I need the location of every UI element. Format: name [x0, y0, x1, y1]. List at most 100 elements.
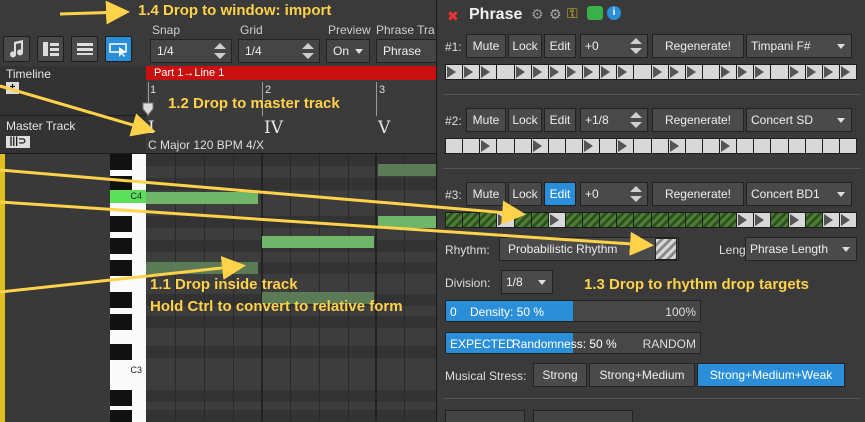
note[interactable]	[378, 216, 440, 228]
gear-icon[interactable]: ⚙	[549, 6, 562, 23]
select-cursor-icon[interactable]	[105, 36, 132, 62]
randomness-text: Randomness: 50 %	[512, 337, 617, 351]
key-icon[interactable]: ⚿	[567, 5, 578, 22]
phrase-type-select[interactable]: Phrase	[376, 39, 438, 63]
randomness-slider[interactable]: EXPECTED Randomness: 50 % RANDOM	[445, 332, 701, 354]
lock-button[interactable]: Lock	[508, 34, 542, 58]
black-key[interactable]	[110, 216, 132, 232]
master-track-label: Master Track	[6, 119, 76, 133]
black-key[interactable]	[110, 314, 132, 330]
black-key[interactable]	[110, 344, 132, 360]
music-note-icon[interactable]	[3, 36, 30, 62]
mute-button[interactable]: Mute	[466, 34, 506, 58]
bottom-button[interactable]	[445, 410, 525, 422]
rhythm-pattern-3[interactable]	[445, 212, 857, 228]
stack-icon[interactable]	[71, 36, 98, 62]
edit-button[interactable]: Edit	[544, 182, 576, 206]
offset-stepper[interactable]: +1/8	[580, 108, 648, 132]
randomness-right: RANDOM	[642, 337, 696, 351]
regenerate-button[interactable]: Regenerate!	[652, 108, 744, 132]
mute-button[interactable]: Mute	[466, 108, 506, 132]
track-list-icon[interactable]	[37, 36, 64, 62]
edit-button[interactable]: Edit	[544, 108, 576, 132]
density-text: Density: 50 %	[470, 305, 545, 319]
regenerate-button[interactable]: Regenerate!	[652, 34, 744, 58]
chord-label: V	[378, 118, 391, 138]
grid-line	[375, 154, 377, 422]
rhythm-drop-target-icon[interactable]	[655, 238, 677, 260]
row-label: #1:	[445, 40, 462, 54]
black-key[interactable]	[110, 154, 132, 170]
chevron-down-icon	[837, 192, 845, 197]
note[interactable]	[146, 192, 258, 204]
divider	[443, 94, 861, 95]
offset-stepper[interactable]: +0	[580, 182, 648, 206]
black-key[interactable]	[110, 238, 132, 254]
divider	[443, 398, 861, 399]
note[interactable]	[378, 164, 440, 176]
bar-number: 3	[379, 84, 386, 96]
chevron-down-icon	[837, 118, 845, 123]
black-key[interactable]	[110, 390, 132, 406]
grid-line	[404, 154, 405, 422]
stress-strong-medium-button[interactable]: Strong+Medium	[589, 363, 695, 387]
regenerate-button[interactable]: Regenerate!	[652, 182, 744, 206]
instrument-select[interactable]: Timpani F#	[746, 34, 852, 58]
rhythm-pattern-2[interactable]	[445, 138, 857, 154]
lock-button[interactable]: Lock	[508, 182, 542, 206]
c4-key[interactable]: C4	[110, 190, 146, 203]
bottom-button[interactable]	[533, 410, 633, 422]
preview-select[interactable]: On	[326, 39, 370, 63]
chevron-down-icon	[538, 280, 546, 285]
grid-lane	[146, 178, 440, 190]
rhythm-select[interactable]: Probabilistic Rhythm	[499, 237, 679, 261]
density-slider[interactable]: 0 Density: 50 % 100%	[445, 300, 701, 322]
preview-label: Preview	[328, 23, 371, 37]
spin-arrows-icon[interactable]	[213, 43, 227, 59]
key-info: C Major 120 BPM 4/X	[148, 138, 265, 152]
dice-icon[interactable]	[587, 6, 603, 20]
spin-arrows-icon[interactable]	[629, 38, 643, 54]
piano-keyboard[interactable]: C4 C3	[110, 154, 146, 422]
timeline-label: Timeline	[6, 67, 51, 81]
chevron-down-icon	[842, 247, 850, 252]
part-bar[interactable]: Part 1→Line 1	[146, 66, 440, 80]
stress-strong-medium-weak-button[interactable]: Strong+Medium+Weak	[697, 363, 845, 387]
playhead-icon[interactable]	[142, 102, 154, 116]
note[interactable]	[262, 236, 374, 248]
close-icon[interactable]: ✖	[447, 8, 459, 25]
black-key[interactable]	[110, 260, 132, 276]
magnet-icon[interactable]: ⚙	[531, 6, 544, 23]
division-select[interactable]: 1/8	[501, 270, 553, 294]
density-max: 100%	[665, 305, 696, 319]
lock-button[interactable]: Lock	[508, 108, 542, 132]
mute-button[interactable]: Mute	[466, 182, 506, 206]
spin-arrows-icon[interactable]	[629, 112, 643, 128]
track-area[interactable]	[0, 154, 110, 422]
grid-stepper[interactable]: 1/4	[238, 39, 320, 63]
edit-button[interactable]: Edit	[544, 34, 576, 58]
instrument-select[interactable]: Concert SD	[746, 108, 852, 132]
rhythm-pattern-1[interactable]	[445, 64, 857, 80]
stress-label: Musical Stress:	[445, 369, 527, 383]
length-select[interactable]: Phrase Length	[745, 237, 857, 261]
phrase-type-label: Phrase Tra	[376, 23, 435, 37]
grid-lane	[146, 410, 440, 422]
snap-stepper[interactable]: 1/4	[150, 39, 232, 63]
black-key[interactable]	[110, 410, 132, 422]
annotation-ctrl-relative: Hold Ctrl to convert to relative form	[150, 298, 403, 315]
grid-line	[348, 154, 349, 422]
offset-stepper[interactable]: +0	[580, 34, 648, 58]
loop-toggle-icon[interactable]: |||⊃	[6, 136, 30, 148]
spin-arrows-icon[interactable]	[629, 186, 643, 202]
row-label: #2:	[445, 114, 462, 128]
info-icon[interactable]: i	[607, 6, 621, 20]
spin-arrows-icon[interactable]	[301, 43, 315, 59]
instrument-select[interactable]: Concert BD1	[746, 182, 852, 206]
master-track[interactable]: I IV V C Major 120 BPM 4/X	[146, 116, 440, 154]
stress-strong-button[interactable]: Strong	[533, 363, 587, 387]
black-key[interactable]	[110, 292, 132, 308]
c3-key-label: C3	[130, 365, 142, 375]
note[interactable]	[146, 262, 258, 274]
add-icon[interactable]: +	[6, 82, 19, 94]
